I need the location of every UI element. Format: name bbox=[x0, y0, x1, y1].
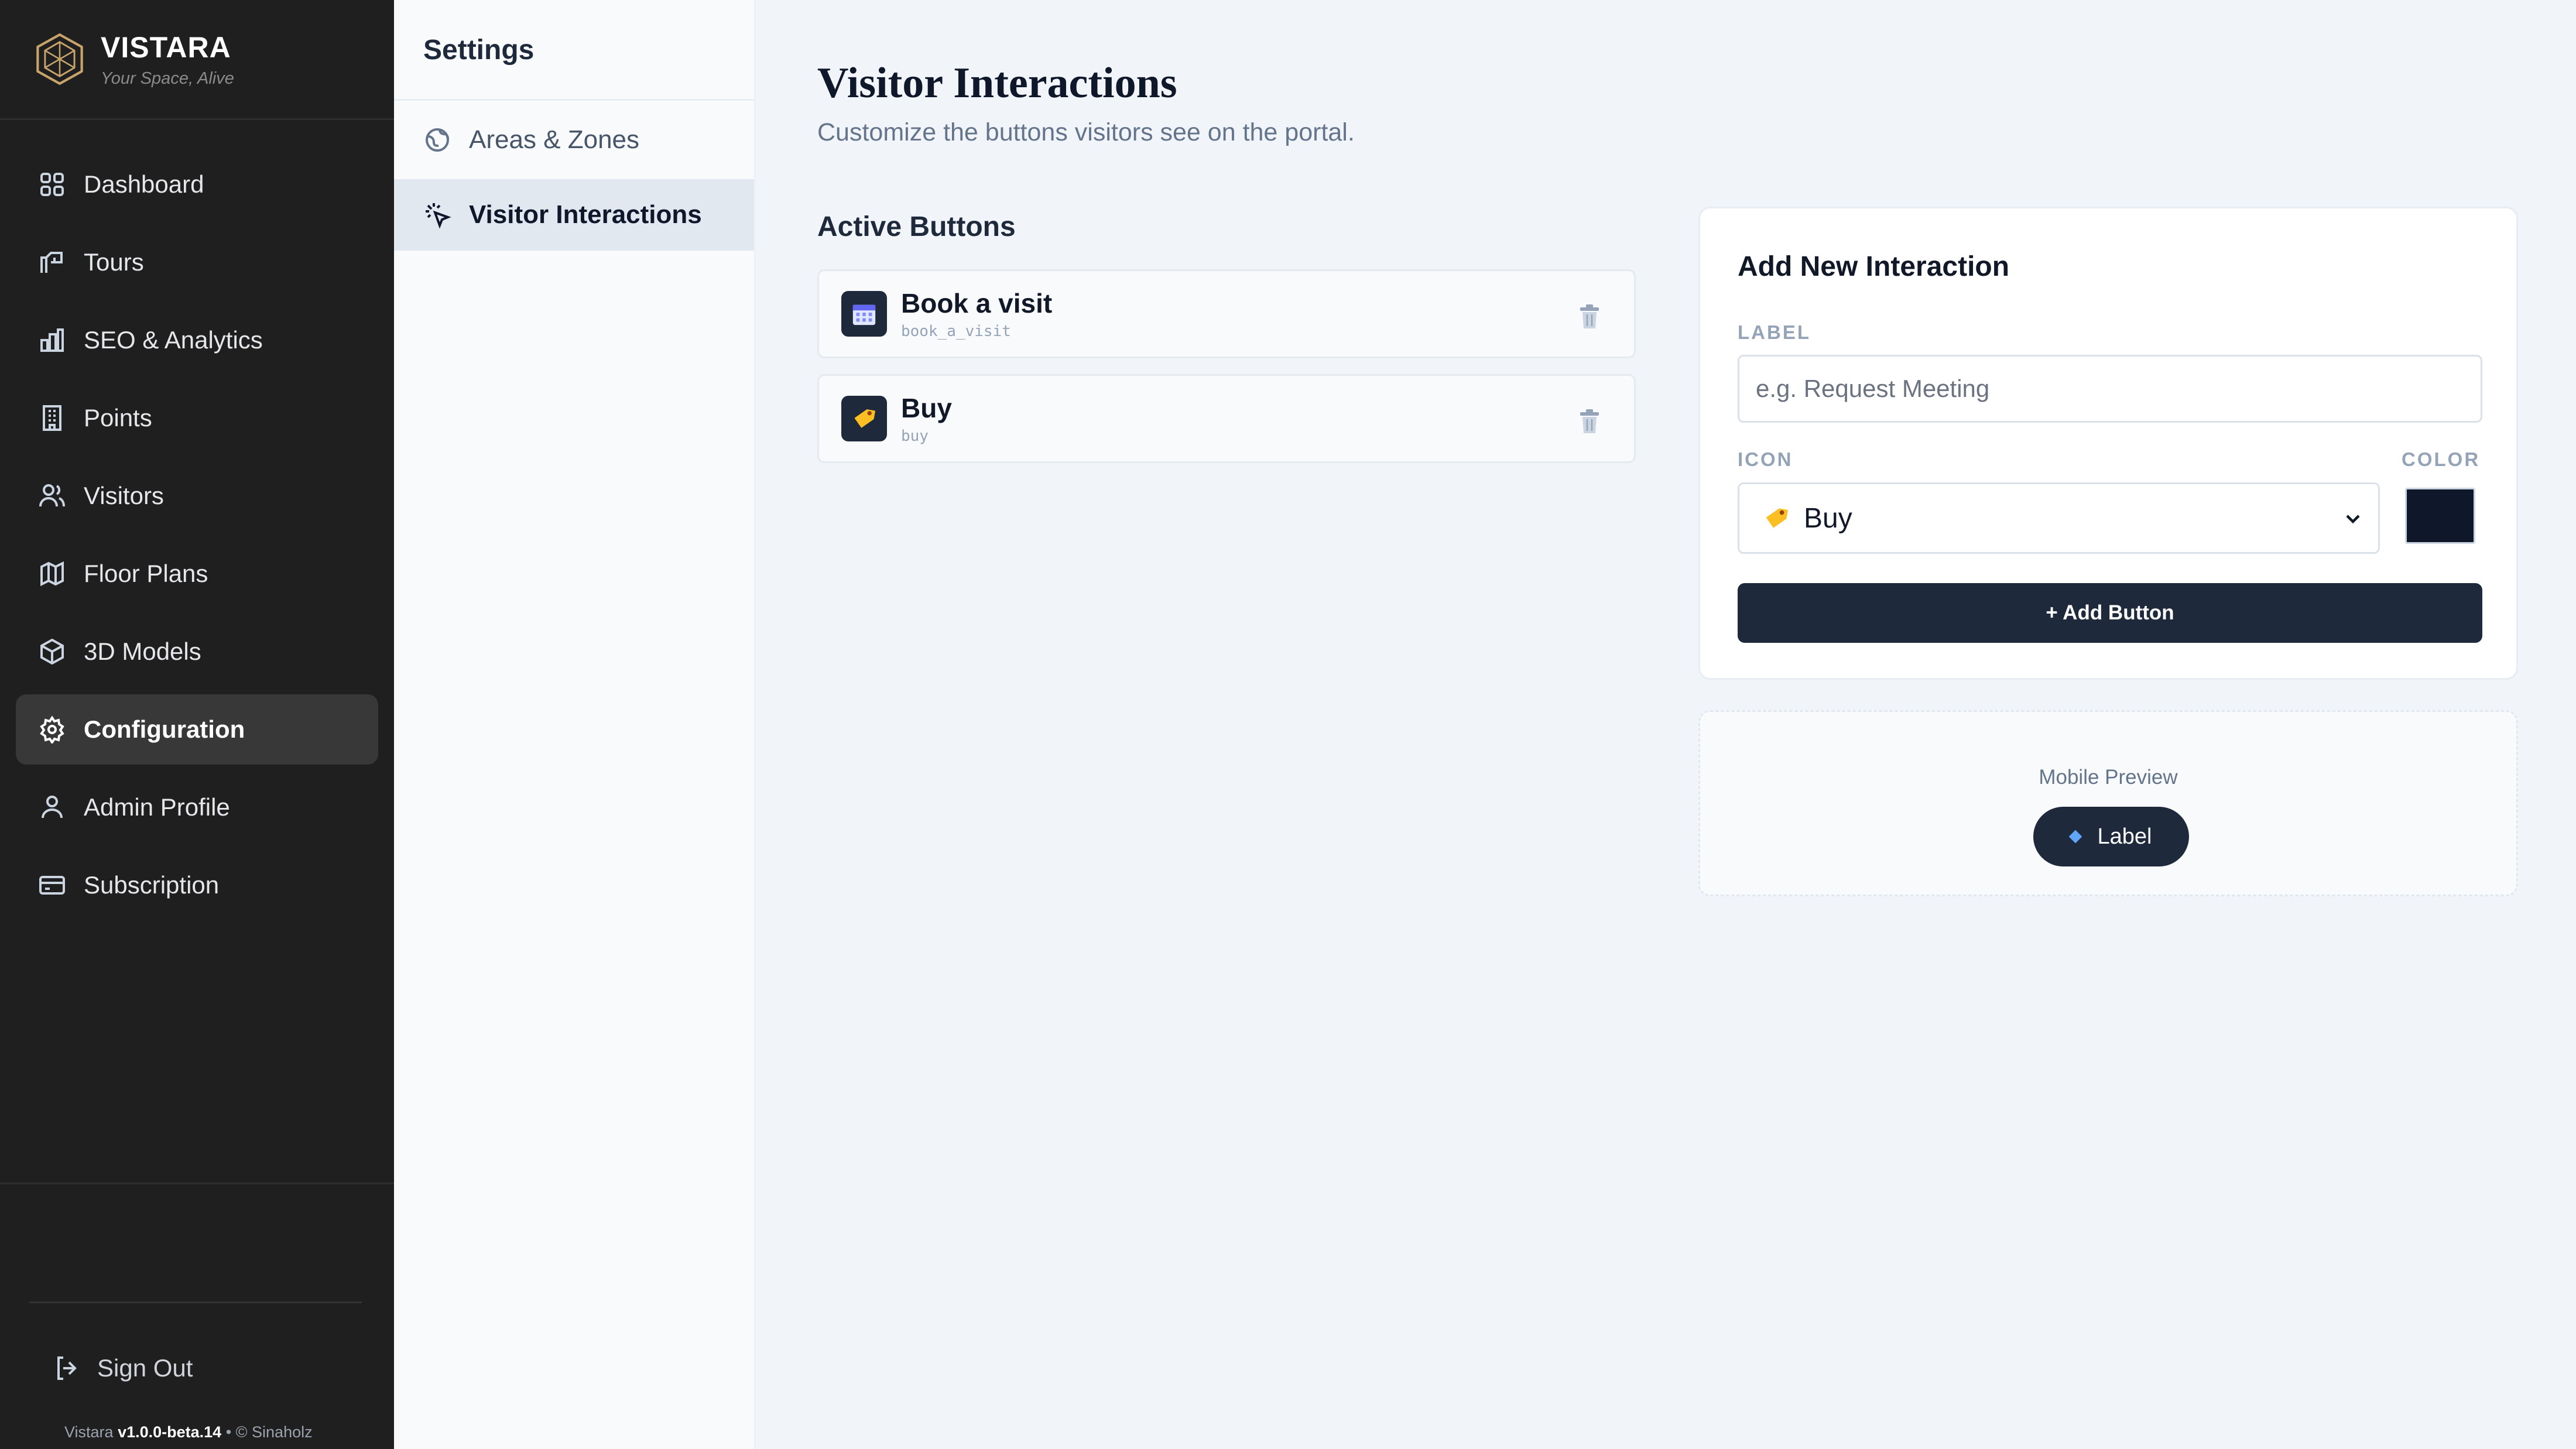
page-title: Visitor Interactions bbox=[817, 59, 1177, 107]
nav-item-seo-analytics[interactable]: SEO & Analytics bbox=[16, 305, 378, 375]
add-interaction-title: Add New Interaction bbox=[1738, 251, 2010, 282]
main-nav: Dashboard Tours SEO & Analytics Points V… bbox=[0, 149, 394, 920]
nav-item-label: SEO & Analytics bbox=[84, 326, 263, 354]
brand-name: VISTARA bbox=[101, 30, 231, 64]
mobile-preview: Mobile Preview Label bbox=[1698, 710, 2518, 896]
nav-item-floor-plans[interactable]: Floor Plans bbox=[16, 539, 378, 609]
label-field-label: LABEL bbox=[1738, 321, 1811, 343]
copyright: • © Sinaholz bbox=[225, 1423, 313, 1441]
nav-item-dashboard[interactable]: Dashboard bbox=[16, 149, 378, 220]
nav-item-label: Visitors bbox=[84, 482, 164, 509]
cursor-click-icon bbox=[426, 203, 451, 229]
chevron-down-icon bbox=[2346, 515, 2360, 524]
icon-select-value: Buy bbox=[1804, 502, 1852, 534]
nav-item-label: 3D Models bbox=[84, 638, 201, 665]
active-button-item: Buy buy bbox=[817, 374, 1636, 463]
sign-out-button[interactable]: Sign Out bbox=[53, 1354, 193, 1382]
version-info: Vistara v1.0.0-beta.14 • © Sinaholz bbox=[64, 1423, 313, 1441]
nav-item-configuration[interactable]: Configuration bbox=[16, 694, 378, 765]
nav-item-admin-profile[interactable]: Admin Profile bbox=[16, 772, 378, 842]
brand-tagline: Your Space, Alive bbox=[101, 68, 234, 88]
nav-item-label: Admin Profile bbox=[84, 793, 230, 821]
settings-panel: Settings Areas & Zones Visitor Interacti… bbox=[394, 0, 756, 1449]
sidebar: VISTARA Your Space, Alive Dashboard Tour… bbox=[0, 0, 394, 1449]
logout-icon bbox=[57, 1356, 77, 1380]
icon-select[interactable]: Buy bbox=[1738, 482, 2380, 554]
nav-item-3d-models[interactable]: 3D Models bbox=[16, 616, 378, 687]
nav-item-label: Floor Plans bbox=[84, 560, 208, 587]
add-interaction-card: Add New Interaction LABEL ICON COLOR Buy… bbox=[1698, 207, 2518, 680]
trash-icon[interactable] bbox=[1578, 304, 1601, 330]
preview-button: Label bbox=[2033, 807, 2189, 866]
building-icon bbox=[43, 405, 61, 431]
button-label: Buy bbox=[901, 393, 952, 423]
nav-item-label: Tours bbox=[84, 248, 144, 276]
active-button-item: Book a visit book_a_visit bbox=[817, 269, 1636, 358]
button-key: buy bbox=[901, 427, 929, 445]
nav-item-subscription[interactable]: Subscription bbox=[16, 850, 378, 920]
settings-item-label: Visitor Interactions bbox=[469, 200, 702, 229]
divider bbox=[29, 1301, 362, 1303]
active-buttons-title: Active Buttons bbox=[817, 211, 1016, 242]
preview-button-label: Label bbox=[2097, 824, 2152, 849]
color-picker[interactable] bbox=[2405, 488, 2475, 544]
trash-icon[interactable] bbox=[1578, 409, 1601, 434]
cube-icon bbox=[40, 638, 64, 665]
user-icon bbox=[42, 796, 63, 818]
settings-item-areas-zones[interactable]: Areas & Zones bbox=[394, 104, 754, 176]
label-input[interactable] bbox=[1738, 355, 2482, 423]
tag-icon bbox=[841, 396, 887, 441]
nav-item-points[interactable]: Points bbox=[16, 383, 378, 453]
color-field-label: COLOR bbox=[2402, 448, 2481, 470]
sidebar-footer: Sign Out Vistara v1.0.0-beta.14 • © Sina… bbox=[0, 1183, 394, 1449]
nav-item-label: Points bbox=[84, 404, 152, 431]
globe-icon bbox=[426, 128, 449, 152]
map-icon bbox=[40, 561, 64, 587]
tag-icon bbox=[1766, 508, 1788, 528]
preview-title: Mobile Preview bbox=[2039, 766, 2178, 789]
card-icon bbox=[39, 876, 65, 895]
logo-icon bbox=[36, 33, 83, 85]
nav-item-label: Dashboard bbox=[84, 170, 204, 198]
calendar-icon bbox=[841, 291, 887, 337]
settings-title: Settings bbox=[394, 0, 754, 101]
page-subtitle: Customize the buttons visitors see on th… bbox=[817, 118, 1355, 146]
grid-icon bbox=[40, 173, 64, 196]
gear-icon bbox=[40, 715, 64, 744]
diamond-icon bbox=[2068, 830, 2082, 844]
nav-item-label: Configuration bbox=[84, 715, 245, 743]
version-prefix: Vistara bbox=[64, 1423, 114, 1441]
tour-icon bbox=[40, 252, 63, 273]
settings-item-visitor-interactions[interactable]: Visitor Interactions bbox=[394, 179, 754, 251]
button-key: book_a_visit bbox=[901, 323, 1011, 340]
bar-chart-icon bbox=[40, 328, 64, 352]
button-label: Book a visit bbox=[901, 288, 1053, 318]
users-icon bbox=[39, 484, 65, 507]
nav-item-tours[interactable]: Tours bbox=[16, 227, 378, 297]
version-number: v1.0.0-beta.14 bbox=[118, 1423, 222, 1441]
nav-item-visitors[interactable]: Visitors bbox=[16, 461, 378, 531]
brand[interactable]: VISTARA Your Space, Alive bbox=[0, 0, 394, 120]
nav-item-label: Subscription bbox=[84, 871, 220, 899]
add-button[interactable]: + Add Button bbox=[1738, 583, 2482, 643]
main-content: Visitor Interactions Customize the butto… bbox=[756, 0, 2576, 1449]
settings-item-label: Areas & Zones bbox=[469, 125, 640, 154]
sign-out-label: Sign Out bbox=[97, 1354, 193, 1382]
icon-field-label: ICON bbox=[1738, 448, 1793, 470]
